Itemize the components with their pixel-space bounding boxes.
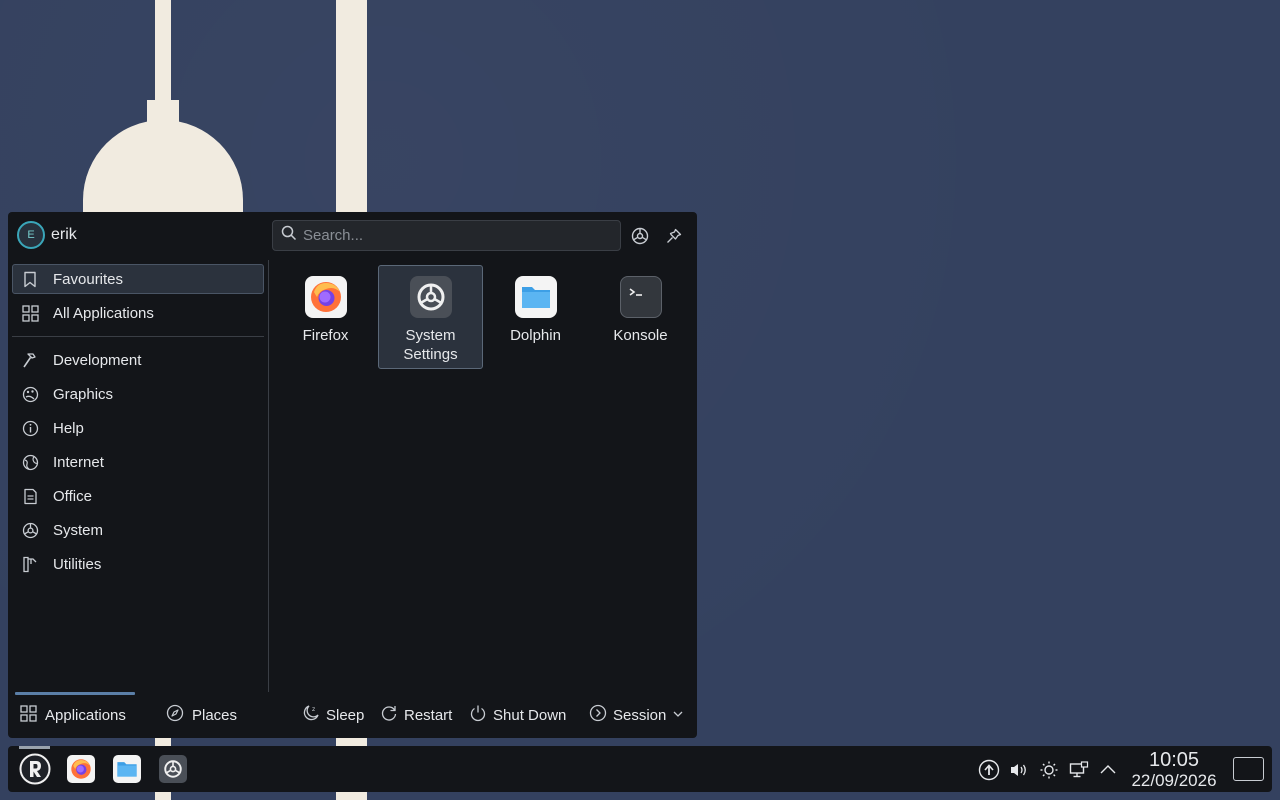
bookmark-icon	[21, 270, 39, 288]
tab-places[interactable]: Places	[166, 703, 237, 727]
sleep-button[interactable]: z Sleep	[302, 703, 364, 727]
updates-icon[interactable]	[977, 758, 1001, 782]
brightness-icon[interactable]	[1037, 758, 1061, 782]
hammer-icon	[21, 351, 39, 369]
launcher-header: E erik	[8, 212, 697, 260]
sidebar-item-label: All Applications	[53, 304, 154, 322]
sleep-icon: z	[302, 704, 320, 726]
search-input[interactable]	[303, 227, 603, 244]
dolphin-folder-icon	[113, 755, 141, 783]
sidebar-item-label: Development	[53, 351, 142, 369]
favourites-grid: Firefox System Settings Dolphin Konsole	[273, 260, 697, 692]
sidebar-item-label: Office	[53, 487, 92, 505]
panel-divider	[268, 260, 269, 692]
sleep-label: Sleep	[326, 706, 365, 724]
digital-clock[interactable]: 10:05 22/09/2026	[1125, 749, 1223, 790]
taskbar-dolphin[interactable]	[110, 752, 144, 786]
session-icon	[589, 704, 607, 726]
sidebar-item-favourites[interactable]: Favourites	[12, 264, 264, 294]
sidebar-item-label: Help	[53, 419, 84, 437]
konsole-terminal-icon	[619, 276, 662, 318]
app-label: System Settings	[403, 327, 458, 363]
grid-icon	[20, 704, 37, 726]
taskbar: 10:05 22/09/2026	[8, 746, 1272, 792]
dolphin-folder-icon	[514, 276, 557, 318]
system-gear-icon	[21, 521, 39, 539]
firefox-icon	[67, 755, 95, 783]
shutdown-button[interactable]: Shut Down	[469, 703, 566, 727]
app-firefox[interactable]: Firefox	[273, 265, 378, 369]
sidebar-item-all-applications[interactable]: All Applications	[12, 298, 264, 328]
wallpaper-shape	[336, 0, 367, 220]
volume-icon[interactable]	[1007, 758, 1031, 782]
tab-label: Places	[192, 706, 238, 724]
tab-applications[interactable]: Applications	[20, 703, 126, 727]
sidebar-item-system[interactable]: System	[12, 515, 264, 545]
app-label: Konsole	[613, 327, 668, 344]
active-launcher-indicator	[19, 746, 50, 749]
avatar[interactable]: E	[17, 221, 45, 249]
palette-icon	[21, 385, 39, 403]
session-menu-button[interactable]: Session	[589, 703, 684, 727]
chevron-down-icon	[672, 707, 684, 724]
search-box[interactable]	[272, 220, 621, 251]
taskbar-firefox[interactable]	[64, 752, 98, 786]
svg-text:z: z	[312, 706, 315, 713]
sidebar-item-label: Utilities	[53, 555, 102, 573]
app-dolphin[interactable]: Dolphin	[483, 265, 588, 369]
sidebar-item-help[interactable]: Help	[12, 413, 264, 443]
sidebar-item-graphics[interactable]: Graphics	[12, 379, 264, 409]
sidebar-item-label: Internet	[53, 453, 104, 471]
system-settings-icon	[409, 276, 452, 318]
power-icon	[469, 704, 487, 726]
active-tab-indicator	[15, 692, 135, 695]
sidebar-item-development[interactable]: Development	[12, 345, 264, 375]
utilities-icon	[21, 555, 39, 573]
launcher-logo-icon	[19, 753, 51, 785]
firefox-icon	[304, 276, 347, 318]
system-settings-icon	[159, 755, 187, 783]
sidebar-item-label: Graphics	[53, 385, 114, 403]
application-launcher-button[interactable]	[18, 752, 52, 786]
show-desktop-button[interactable]	[1233, 757, 1264, 781]
pin-icon[interactable]	[662, 224, 686, 248]
session-label: Session	[613, 706, 667, 724]
clock-time: 10:05	[1148, 749, 1200, 771]
taskbar-system-settings[interactable]	[156, 752, 190, 786]
app-label: Firefox	[302, 327, 349, 344]
app-label: Dolphin	[510, 327, 561, 344]
network-icon[interactable]	[1067, 758, 1091, 782]
sidebar-item-office[interactable]: Office	[12, 481, 264, 511]
configure-launcher-icon[interactable]	[628, 224, 652, 248]
app-konsole[interactable]: Konsole	[588, 265, 693, 369]
globe-icon	[21, 453, 39, 471]
tab-label: Applications	[45, 706, 126, 724]
sidebar-item-internet[interactable]: Internet	[12, 447, 264, 477]
username: erik	[51, 226, 77, 243]
document-icon	[21, 487, 39, 505]
clock-date: 22/09/2026	[1131, 771, 1217, 790]
sidebar-divider	[12, 336, 264, 337]
restart-button[interactable]: Restart	[380, 703, 452, 727]
sidebar-item-label: Favourites	[53, 270, 124, 288]
restart-label: Restart	[404, 706, 453, 724]
user-info[interactable]: E erik	[17, 221, 77, 249]
application-launcher: E erik Favourites All Applications	[8, 212, 697, 738]
sidebar-item-label: System	[53, 521, 104, 539]
grid-icon	[21, 304, 39, 322]
compass-icon	[166, 704, 184, 726]
restart-icon	[380, 704, 398, 726]
app-system-settings[interactable]: System Settings	[378, 265, 483, 369]
sidebar-item-utilities[interactable]: Utilities	[12, 549, 264, 579]
category-sidebar: Favourites All Applications Development …	[12, 264, 264, 583]
info-icon	[21, 419, 39, 437]
launcher-footer: Applications Places z Sleep Restart Shut…	[8, 690, 697, 738]
chevron-up-icon[interactable]	[1096, 758, 1120, 782]
shutdown-label: Shut Down	[493, 706, 567, 724]
search-icon	[281, 225, 297, 246]
